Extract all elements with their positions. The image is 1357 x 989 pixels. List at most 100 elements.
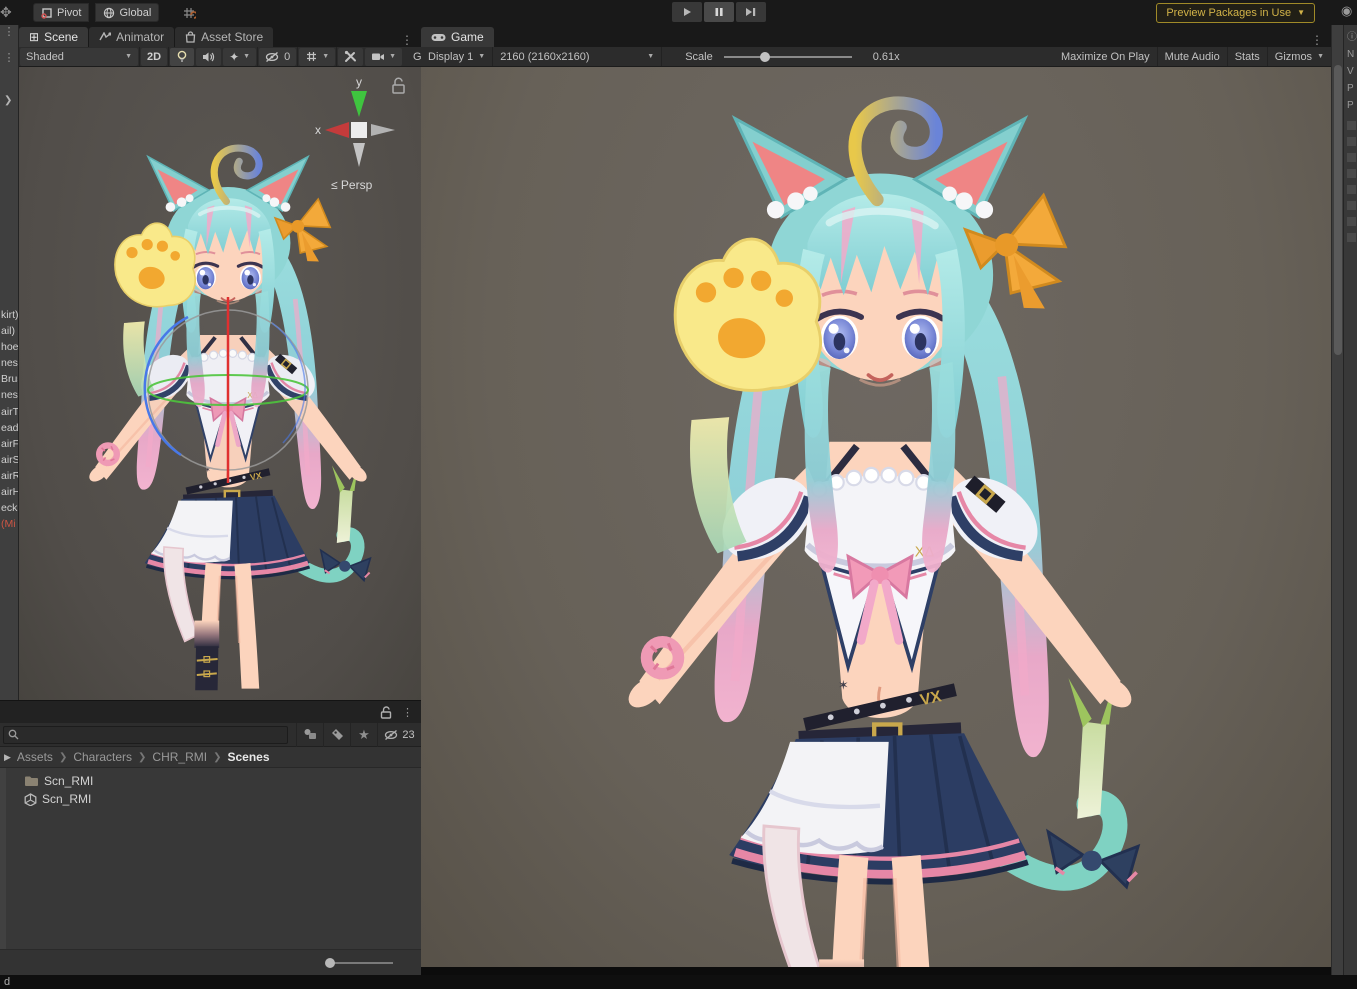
window-icon-partial[interactable]: ◉ bbox=[1341, 3, 1357, 23]
project-search-row: ★ 23 bbox=[0, 723, 421, 747]
breadcrumb-assets[interactable]: Assets bbox=[17, 750, 53, 764]
axis-y-cone[interactable] bbox=[351, 91, 367, 117]
scene-viewport[interactable]: y x ≤ Persp bbox=[19, 67, 421, 700]
chevron-right-icon[interactable]: ❯ bbox=[4, 95, 12, 106]
hierarchy-item[interactable]: airT bbox=[1, 406, 19, 422]
axis-down-cone[interactable] bbox=[353, 143, 365, 167]
scene-effects-dropdown[interactable]: ✦ ▼ bbox=[223, 48, 256, 66]
project-file-list[interactable]: Scn_RMI Scn_RMI bbox=[0, 768, 421, 949]
gizmos-label-partial[interactable]: G bbox=[413, 51, 421, 63]
grid-snap-button[interactable] bbox=[175, 3, 203, 22]
pivot-toggle-button[interactable]: Pivot bbox=[33, 3, 89, 22]
breadcrumb-characters[interactable]: Characters bbox=[73, 750, 132, 764]
toggle-2d-button[interactable]: 2D bbox=[141, 48, 167, 66]
game-viewport[interactable] bbox=[421, 67, 1331, 975]
scene-tools-button[interactable] bbox=[338, 48, 363, 66]
list-item-scene[interactable]: Scn_RMI bbox=[0, 790, 421, 808]
axis-x-cone[interactable] bbox=[325, 122, 349, 138]
filter-by-type-button[interactable] bbox=[296, 723, 323, 747]
step-button[interactable] bbox=[736, 2, 766, 22]
scrollbar-thumb[interactable] bbox=[1334, 65, 1342, 355]
unlock-icon[interactable] bbox=[393, 78, 404, 93]
display-dropdown[interactable]: Display 1 ▼ bbox=[421, 47, 492, 67]
favorites-button[interactable]: ★ bbox=[350, 723, 377, 747]
hidden-count-button[interactable]: 23 bbox=[377, 723, 421, 747]
hierarchy-item-missing[interactable]: (Mi bbox=[1, 518, 19, 534]
tab-game[interactable]: Game bbox=[421, 27, 494, 47]
globe-icon bbox=[103, 7, 115, 19]
game-letterbox bbox=[421, 967, 1331, 975]
hierarchy-item[interactable]: nes bbox=[1, 389, 19, 405]
axis-center-cube[interactable] bbox=[351, 122, 367, 138]
chevron-down-icon: ▼ bbox=[1317, 53, 1324, 60]
chevron-down-icon: ▼ bbox=[1297, 8, 1305, 17]
shading-mode-dropdown[interactable]: Shaded ▼ bbox=[20, 48, 138, 66]
play-button[interactable] bbox=[672, 2, 702, 22]
stats-button[interactable]: Stats bbox=[1228, 47, 1267, 67]
hierarchy-panel-edge[interactable]: ⋮ ⋮ ❯ kirt) ail) hoe nes Brus nes airT e… bbox=[0, 25, 19, 700]
preview-packages-button[interactable]: Preview Packages in Use ▼ bbox=[1156, 3, 1315, 23]
project-menu-dots-icon[interactable]: ⋮ bbox=[402, 706, 413, 719]
axis-z-cone[interactable] bbox=[371, 124, 395, 136]
rotation-gizmo[interactable] bbox=[133, 295, 323, 485]
projection-label[interactable]: ≤ Persp bbox=[331, 178, 373, 192]
scene-visibility-button[interactable]: 0 bbox=[259, 48, 296, 66]
inspector-field-partial bbox=[1347, 153, 1356, 162]
panel-menu-dots-icon[interactable]: ⋮ bbox=[0, 25, 18, 39]
hierarchy-item[interactable]: ail) bbox=[1, 325, 19, 341]
status-bar: d bbox=[0, 975, 1357, 989]
list-item-folder[interactable]: Scn_RMI bbox=[0, 772, 421, 790]
maximize-on-play-button[interactable]: Maximize On Play bbox=[1054, 47, 1157, 67]
hierarchy-item[interactable]: airF bbox=[1, 438, 19, 454]
play-controls bbox=[672, 2, 766, 22]
tab-animator[interactable]: Animator bbox=[89, 27, 174, 47]
breadcrumb-separator: ❯ bbox=[59, 752, 67, 763]
chevron-down-icon: ▼ bbox=[647, 53, 654, 60]
orientation-gizmo[interactable]: y x ≤ Persp bbox=[313, 73, 413, 195]
foldout-arrow-icon[interactable]: ▶ bbox=[4, 752, 11, 763]
hierarchy-item[interactable]: kirt) bbox=[1, 309, 19, 325]
filter-by-label-button[interactable] bbox=[323, 723, 350, 747]
preview-packages-label: Preview Packages in Use bbox=[1166, 7, 1291, 19]
breadcrumb-chr-rmi[interactable]: CHR_RMI bbox=[152, 750, 207, 764]
scale-value: 0.61x bbox=[873, 51, 900, 63]
lightbulb-icon bbox=[176, 50, 188, 63]
hierarchy-item[interactable]: ead bbox=[1, 422, 19, 438]
panel-menu-dots-icon[interactable]: ⋮ bbox=[0, 51, 18, 65]
scale-slider[interactable] bbox=[724, 56, 852, 58]
inspector-panel-edge[interactable]: ⓘ N V P P bbox=[1343, 25, 1357, 975]
tab-scene[interactable]: ⊞ Scene bbox=[19, 27, 88, 47]
scene-camera-dropdown[interactable]: ▼ bbox=[365, 48, 402, 66]
search-input[interactable] bbox=[3, 726, 288, 744]
grid-icon bbox=[305, 50, 318, 63]
grid-snap-icon bbox=[182, 6, 196, 20]
hierarchy-item[interactable]: eck bbox=[1, 502, 19, 518]
resolution-dropdown[interactable]: 2160 (2160x2160) ▼ bbox=[493, 47, 661, 67]
scene-audio-button[interactable] bbox=[196, 48, 221, 66]
hierarchy-item[interactable]: nes bbox=[1, 357, 19, 373]
scene-lighting-button[interactable] bbox=[170, 48, 194, 66]
slider-knob[interactable] bbox=[325, 958, 335, 968]
hierarchy-item[interactable]: airS bbox=[1, 454, 19, 470]
thumbnail-size-slider[interactable] bbox=[327, 962, 393, 964]
global-toggle-button[interactable]: Global bbox=[95, 3, 159, 22]
hierarchy-item[interactable]: hoe bbox=[1, 341, 19, 357]
unlock-icon[interactable] bbox=[380, 706, 392, 719]
inspector-scrollbar[interactable] bbox=[1331, 25, 1343, 975]
effects-star-icon: ✦ bbox=[229, 50, 239, 64]
mute-audio-button[interactable]: Mute Audio bbox=[1158, 47, 1227, 67]
hierarchy-item[interactable]: airR bbox=[1, 470, 19, 486]
tab-asset-store[interactable]: Asset Store bbox=[175, 27, 273, 47]
slider-knob[interactable] bbox=[760, 52, 770, 62]
tab-area-menu-icon[interactable]: ⋮ bbox=[393, 33, 421, 47]
hierarchy-item[interactable]: airH bbox=[1, 486, 19, 502]
hierarchy-item[interactable]: Brus bbox=[1, 373, 19, 389]
transform-tool-icon-partial[interactable]: ✥ bbox=[0, 2, 15, 23]
pause-button[interactable] bbox=[704, 2, 734, 22]
scene-grid-dropdown[interactable]: ▼ bbox=[299, 48, 335, 66]
gizmos-dropdown[interactable]: Gizmos ▼ bbox=[1268, 47, 1331, 67]
breadcrumb-scenes[interactable]: Scenes bbox=[227, 750, 269, 764]
file-name: Scn_RMI bbox=[44, 774, 93, 788]
2d-label: 2D bbox=[147, 51, 161, 63]
tab-area-menu-icon[interactable]: ⋮ bbox=[1303, 33, 1331, 47]
